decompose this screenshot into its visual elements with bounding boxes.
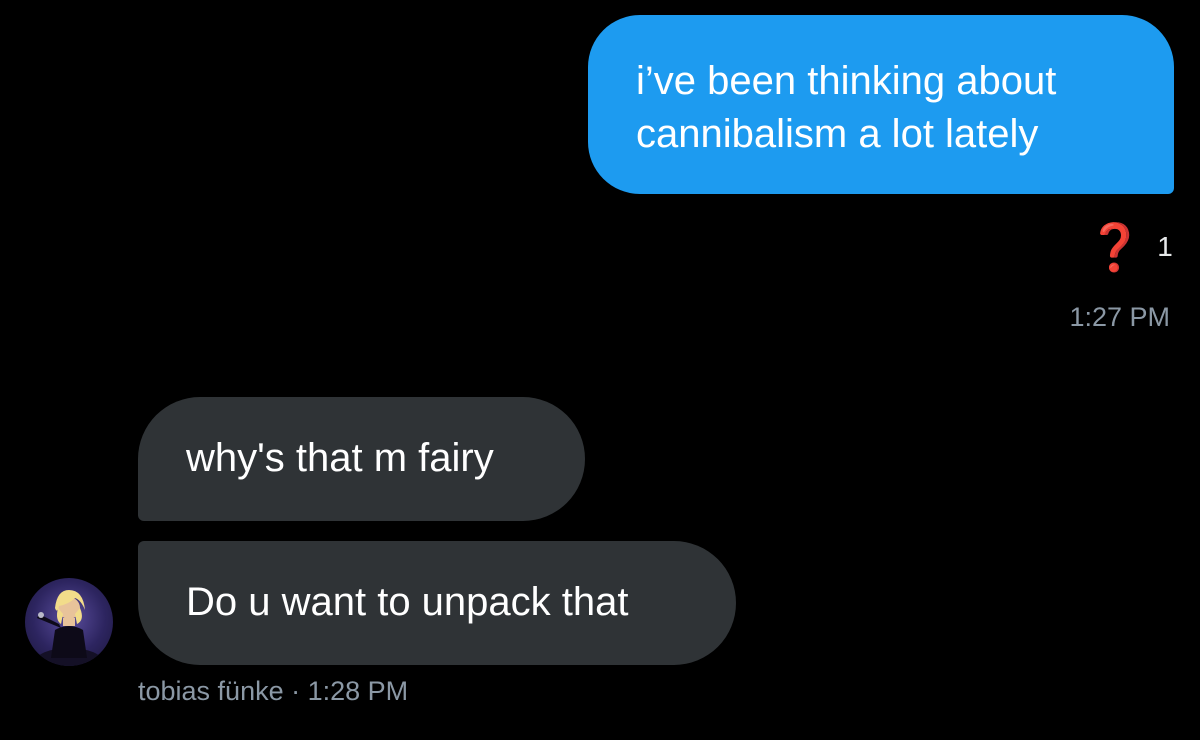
question-mark-reaction-icon: ❓ (1086, 220, 1144, 274)
incoming-message-bubble[interactable]: Do u want to unpack that (138, 541, 736, 665)
message-text: why's that m fairy (186, 436, 494, 480)
message-reaction[interactable]: ❓ 1 (1086, 222, 1173, 272)
outgoing-message-bubble[interactable]: i’ve been thinking about cannibalism a l… (588, 15, 1174, 194)
message-timestamp: 1:28 PM (307, 676, 409, 706)
incoming-message-bubble[interactable]: why's that m fairy (138, 397, 585, 521)
message-text: Do u want to unpack that (186, 580, 629, 624)
message-text-line: cannibalism a lot lately (636, 112, 1039, 156)
message-timestamp: 1:27 PM (1069, 302, 1170, 332)
message-text-line: i’ve been thinking about (636, 59, 1057, 103)
reaction-count: 1 (1157, 231, 1173, 262)
user-avatar-photo-icon[interactable] (25, 578, 113, 666)
dm-conversation: i’ve been thinking about cannibalism a l… (0, 0, 1200, 740)
message-meta: tobias fünke · 1:28 PM (138, 676, 408, 707)
sender-name[interactable]: tobias fünke (138, 676, 284, 706)
meta-separator: · (283, 676, 308, 706)
